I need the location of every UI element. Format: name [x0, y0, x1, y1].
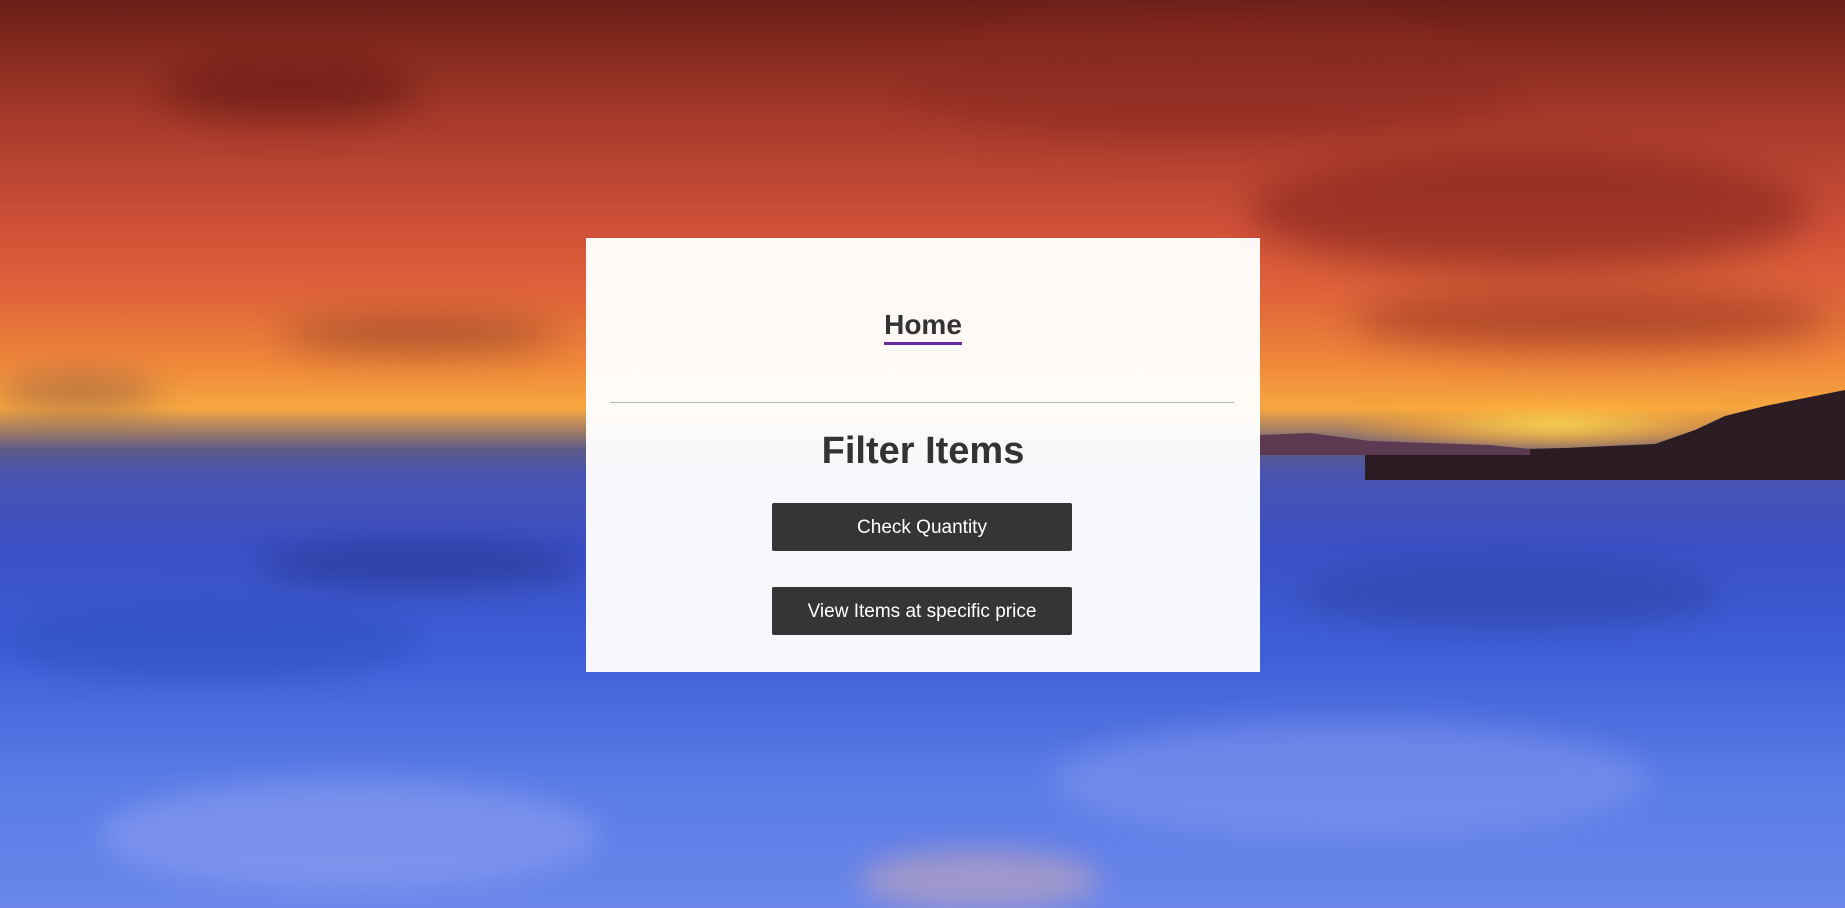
cloud-shape	[160, 60, 420, 120]
divider	[610, 402, 1234, 403]
filter-card: Home Filter Items Check Quantity View It…	[586, 238, 1260, 672]
check-quantity-button[interactable]: Check Quantity	[772, 503, 1072, 551]
distant-hills	[1230, 433, 1530, 455]
cloud-shape	[1250, 150, 1810, 270]
wave-shape	[0, 600, 420, 680]
page-title: Filter Items	[821, 430, 1025, 472]
cloud-shape	[1350, 290, 1830, 350]
home-link-container: Home	[586, 308, 1260, 345]
wave-shape	[1050, 720, 1650, 840]
cloud-shape	[280, 320, 560, 350]
home-link[interactable]: Home	[884, 308, 962, 345]
wave-shape	[260, 540, 580, 590]
wave-shape	[1300, 560, 1720, 630]
view-items-price-button[interactable]: View Items at specific price	[772, 587, 1072, 635]
cloud-shape	[0, 380, 160, 406]
wave-shape	[100, 780, 600, 890]
wave-shape	[860, 850, 1100, 908]
cloud-shape	[900, 20, 1520, 140]
